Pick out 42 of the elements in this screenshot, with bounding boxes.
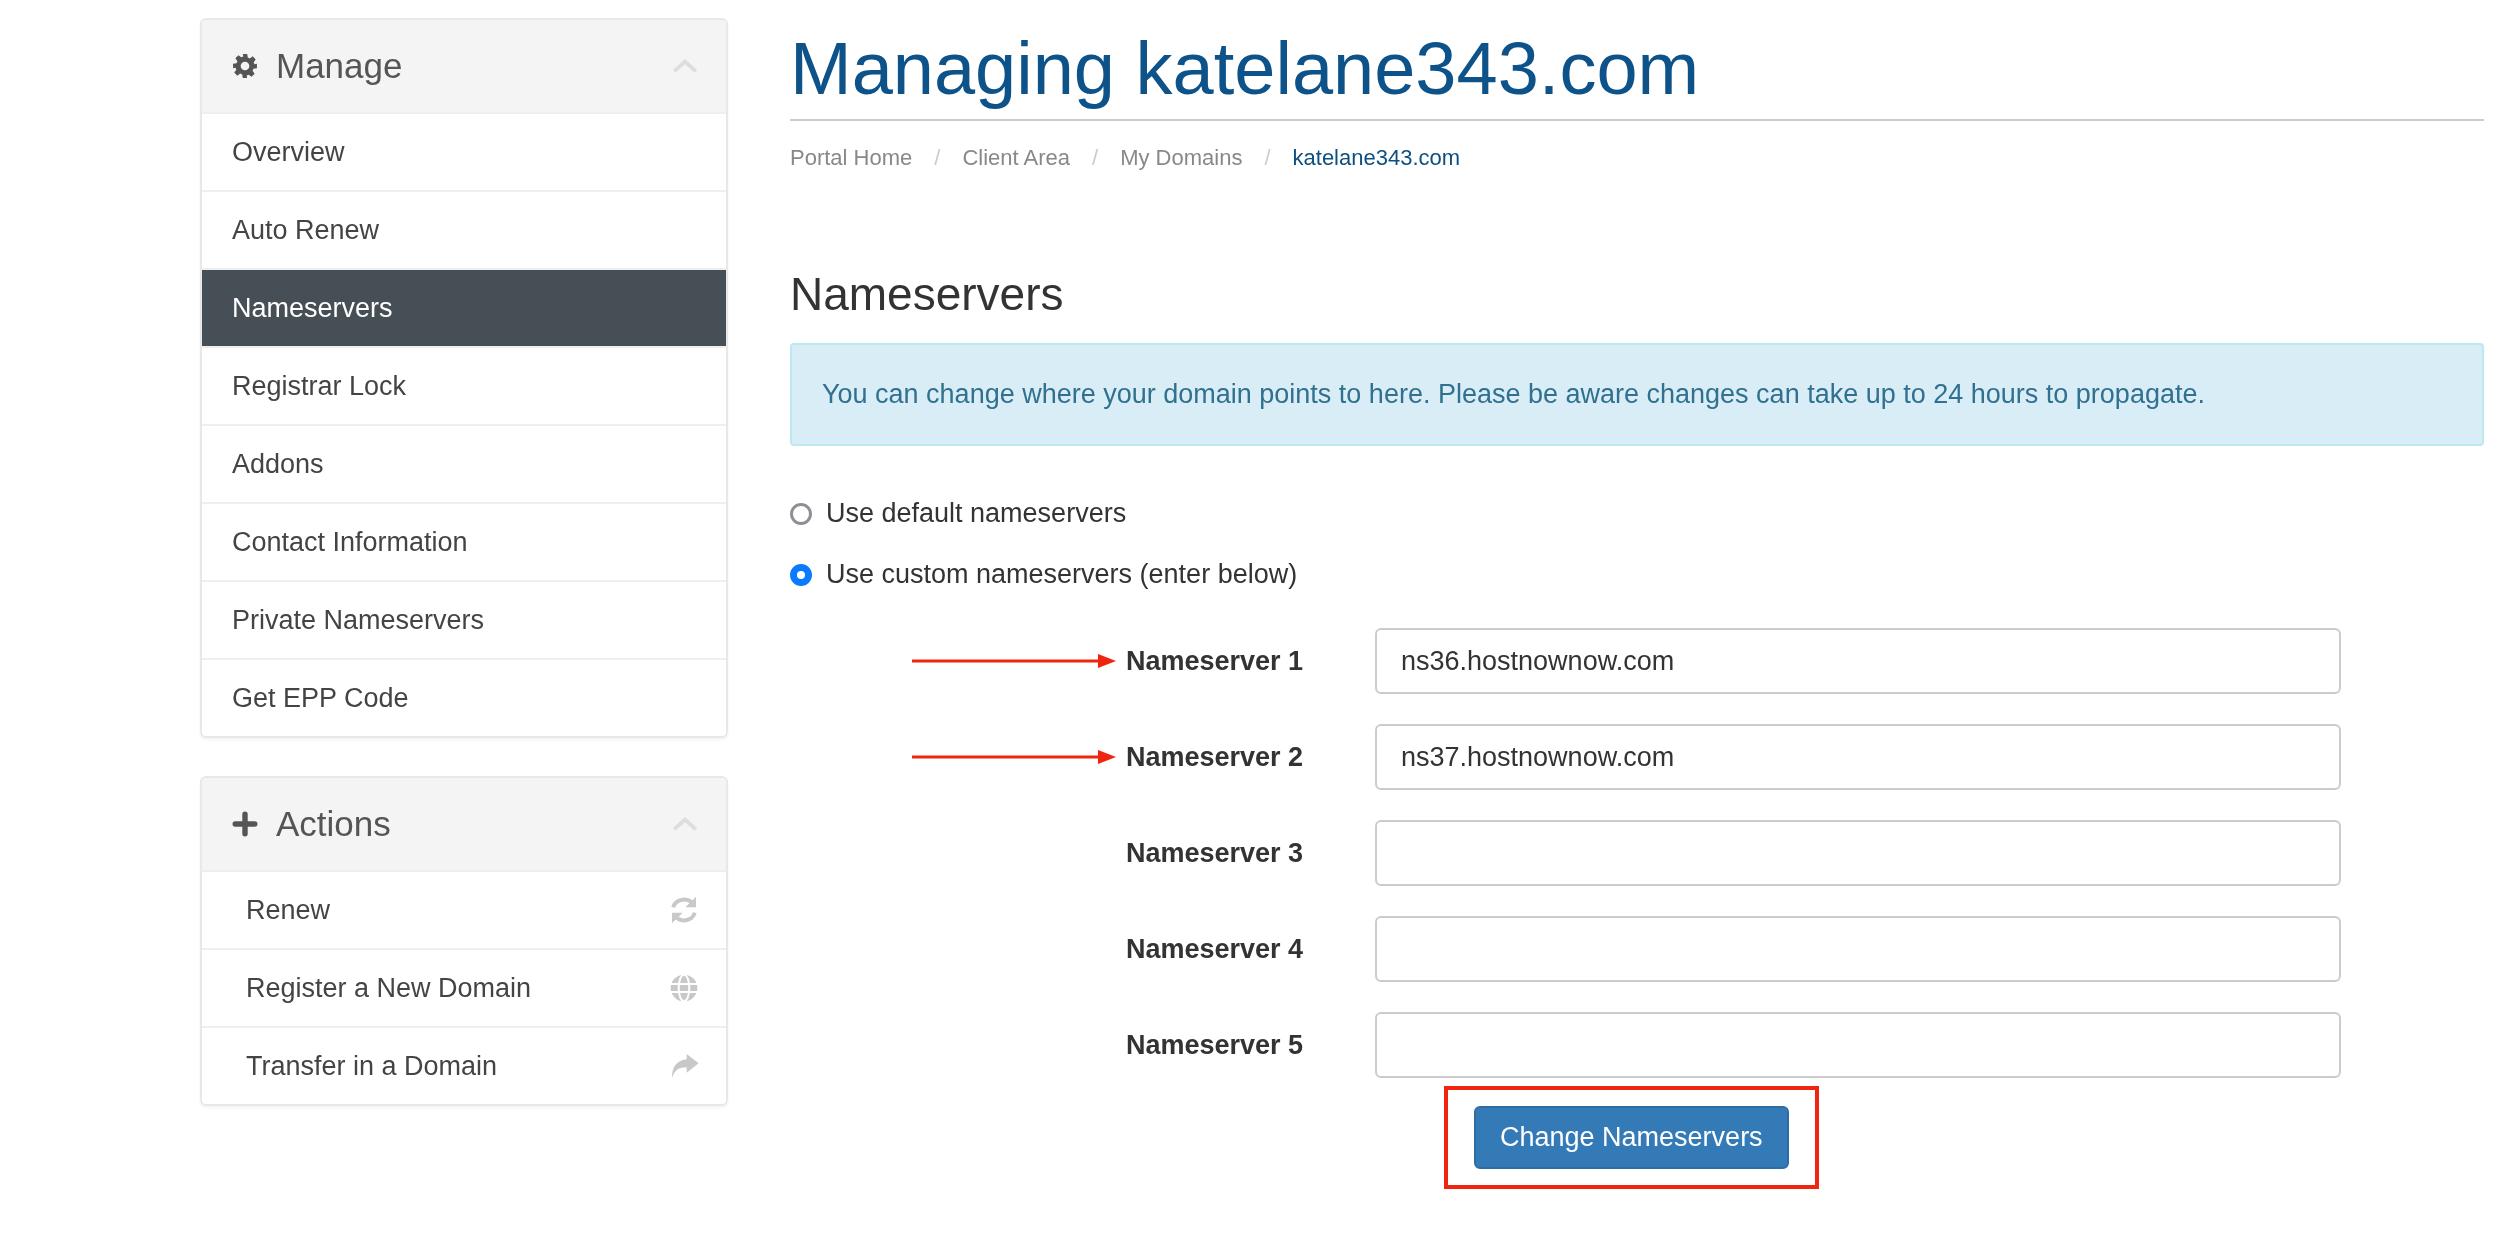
sidebar-item[interactable]: Contact Information [202, 502, 726, 580]
breadcrumb-link[interactable]: Portal Home [790, 145, 913, 172]
input-field[interactable] [1375, 820, 2341, 887]
radio-label: Use custom nameservers (enter below) [826, 559, 1298, 591]
sidebar-item[interactable]: Addons [202, 424, 726, 502]
sidebar-item[interactable]: Overview [202, 112, 726, 190]
info-alert: You can change where your domain points to here. Please be aware changes can take up to 24 hours to propagate. [790, 343, 2484, 447]
radio-button[interactable] [790, 563, 812, 586]
breadcrumb-link[interactable]: My Domains [1120, 145, 1243, 172]
sidebar-item[interactable]: Registrar Lock [202, 346, 726, 424]
radio-button[interactable] [790, 502, 812, 525]
panel-header[interactable]: Manage [202, 20, 726, 112]
gear-icon [232, 53, 258, 79]
field-label: Nameserver 2 [1126, 741, 1305, 773]
breadcrumb-separator: / [1092, 145, 1099, 172]
input-field[interactable]: ns36.hostnownow.com [1375, 628, 2341, 695]
field-label: Nameserver 5 [1126, 1029, 1305, 1061]
sidebar-item[interactable]: Private Nameservers [202, 580, 726, 658]
radio-label: Use default nameservers [826, 498, 1127, 530]
action-link[interactable]: Register a New Domain [246, 972, 532, 1004]
breadcrumb-link[interactable]: katelane343.com [1292, 145, 1461, 172]
panel-header[interactable]: Actions [202, 778, 726, 870]
action-link[interactable]: Renew [246, 894, 331, 926]
input-field[interactable] [1375, 1012, 2341, 1079]
submit-button[interactable]: Change Nameservers [1474, 1106, 1789, 1170]
page-title: Managing katelane343.com [790, 28, 1701, 110]
sidebar-item[interactable]: Get EPP Code [202, 658, 726, 736]
breadcrumb-link[interactable]: Client Area [962, 145, 1071, 172]
breadcrumb-separator: / [1264, 145, 1271, 172]
globe-icon [668, 972, 700, 1004]
input-field[interactable]: ns37.hostnownow.com [1375, 724, 2341, 791]
panel-title: Manage [276, 46, 404, 86]
action-link[interactable]: Transfer in a Domain [246, 1050, 498, 1082]
section-title: Nameservers [790, 267, 1065, 322]
breadcrumb-separator: / [934, 145, 941, 172]
input-field[interactable] [1375, 916, 2341, 983]
field-label: Nameserver 4 [1126, 933, 1305, 965]
field-label: Nameserver 3 [1126, 837, 1305, 869]
field-label: Nameserver 1 [1126, 645, 1305, 677]
plus-icon [232, 811, 258, 837]
panel-title: Actions [276, 804, 392, 844]
sidebar-item[interactable]: Nameservers [202, 268, 726, 346]
